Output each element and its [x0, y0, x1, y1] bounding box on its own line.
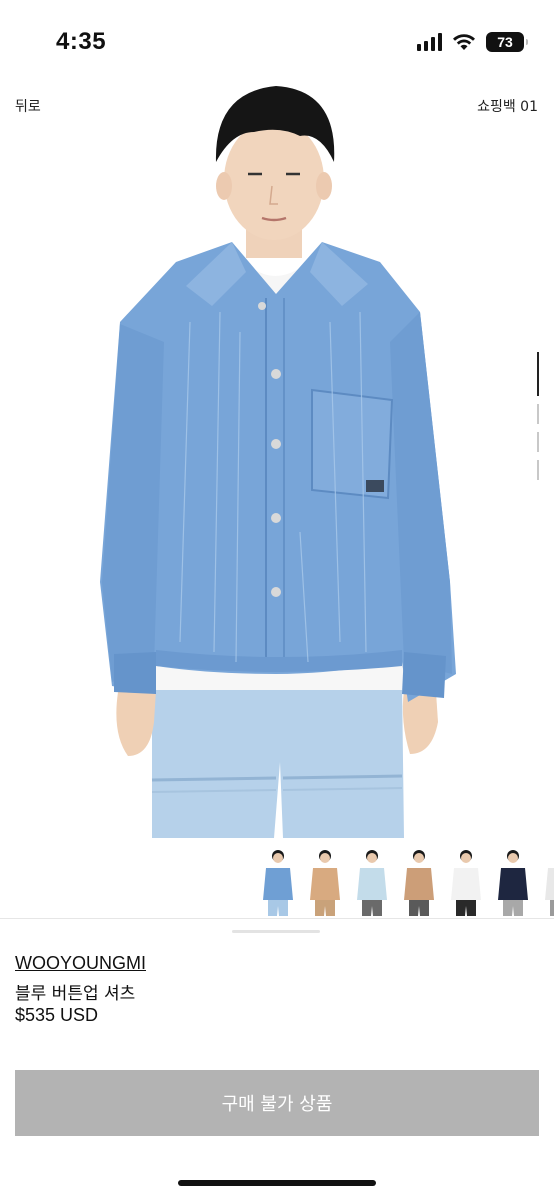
image-pager[interactable]	[536, 352, 540, 480]
product-price: $535 USD	[15, 1005, 99, 1025]
section-divider	[0, 918, 554, 919]
home-indicator[interactable]	[178, 1180, 376, 1186]
pager-indicator-active[interactable]	[537, 352, 539, 396]
shopping-bag-link[interactable]: 쇼핑백 01	[477, 96, 538, 116]
back-link[interactable]: 뒤로	[15, 96, 41, 116]
product-thumbnail[interactable]	[536, 846, 554, 922]
battery-level: 73	[497, 34, 513, 50]
battery-icon: 73	[486, 32, 528, 52]
product-thumbnail[interactable]	[442, 846, 489, 922]
top-navigation: 뒤로 쇼핑백 01	[0, 94, 554, 118]
model-illustration	[100, 86, 456, 838]
pager-indicator[interactable]	[537, 432, 539, 452]
buy-button-label: 구매 불가 상품	[221, 1094, 333, 1115]
pager-indicator[interactable]	[537, 404, 539, 424]
brand-link[interactable]: WOOYOUNGMI	[15, 953, 146, 974]
pager-indicator[interactable]	[537, 460, 539, 480]
product-name: 블루 버튼업 셔츠	[15, 984, 136, 1004]
buy-button-disabled[interactable]: 구매 불가 상품	[15, 1070, 539, 1136]
cellular-signal-icon	[417, 33, 442, 51]
status-time: 4:35	[56, 28, 107, 55]
product-thumbnail[interactable]	[301, 846, 348, 922]
product-thumbnail[interactable]	[395, 846, 442, 922]
product-thumbnail[interactable]	[489, 846, 536, 922]
product-thumbnail[interactable]	[254, 846, 301, 922]
product-thumbnail[interactable]	[348, 846, 395, 922]
related-products-strip[interactable]	[254, 846, 554, 922]
product-hero-image[interactable]	[0, 62, 554, 838]
status-icons: 73	[417, 32, 528, 52]
sheet-drag-handle[interactable]	[232, 930, 320, 933]
wifi-icon	[452, 33, 476, 51]
